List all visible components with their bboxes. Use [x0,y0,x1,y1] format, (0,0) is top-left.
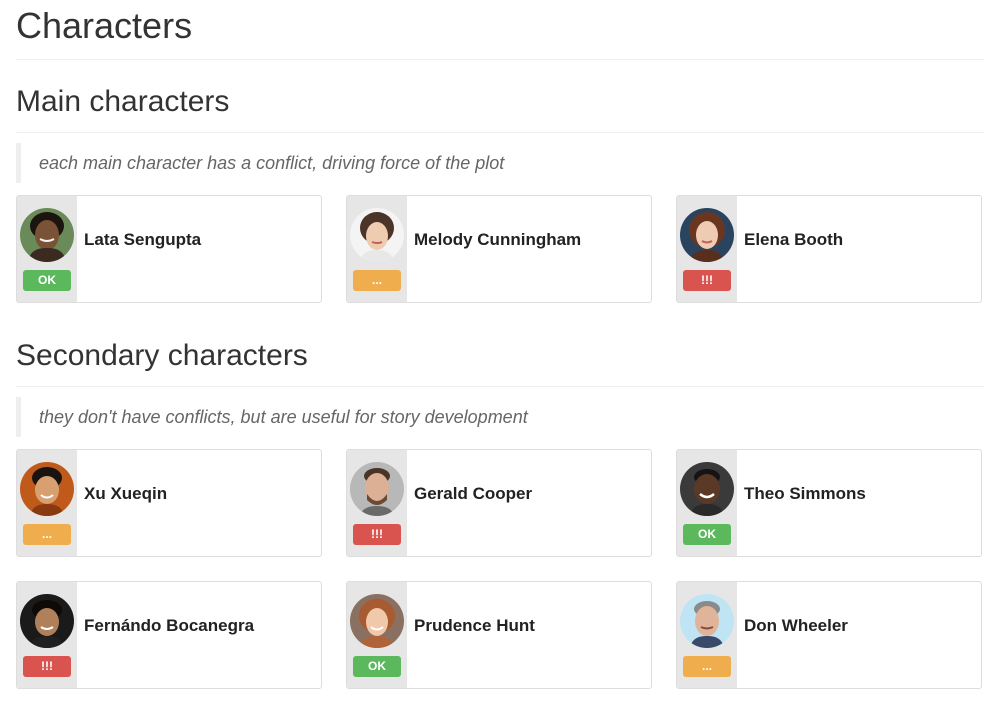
secondary-characters-section: Secondary characters they don't have con… [16,338,984,689]
main-characters-section: Main characters each main character has … [16,84,984,303]
character-card-sidebar: !!! [677,196,737,302]
status-badge: !!! [683,270,731,291]
status-badge: OK [353,656,401,677]
character-name: Prudence Hunt [414,616,535,635]
avatar [20,594,74,648]
character-card-sidebar: OK [347,582,407,688]
character-card-fernando-bocanegra[interactable]: !!! Fernándo Bocanegra [16,581,322,689]
status-badge: ... [23,524,71,545]
avatar [20,462,74,516]
status-badge: ... [353,270,401,291]
character-card-theo-simmons[interactable]: OK Theo Simmons [676,449,982,557]
character-name: Don Wheeler [744,616,848,635]
avatar [680,208,734,262]
main-characters-quote: each main character has a conflict, driv… [16,143,984,183]
character-card-xu-xueqin[interactable]: ... Xu Xueqin [16,449,322,557]
avatar [350,208,404,262]
status-badge: ... [683,656,731,677]
character-card-sidebar: ... [17,450,77,556]
secondary-characters-quote: they don't have conflicts, but are usefu… [16,397,984,437]
page: Characters Main characters each main cha… [0,0,1000,689]
status-badge: !!! [353,524,401,545]
character-name: Elena Booth [744,230,844,249]
character-name: Xu Xueqin [84,484,168,503]
character-card-sidebar: OK [17,196,77,302]
character-name: Lata Sengupta [84,230,202,249]
status-badge: OK [23,270,71,291]
avatar [680,594,734,648]
character-card-prudence-hunt[interactable]: OK Prudence Hunt [346,581,652,689]
secondary-characters-heading: Secondary characters [16,338,984,387]
character-name: Theo Simmons [744,484,866,503]
character-card-lata-sengupta[interactable]: OK Lata Sengupta [16,195,322,303]
character-card-melody-cunningham[interactable]: ... Melody Cunningham [346,195,652,303]
avatar [20,208,74,262]
secondary-characters-grid: ... Xu Xueqin !!! Gerald Cooper OK Theo … [16,449,984,689]
avatar [350,594,404,648]
character-card-don-wheeler[interactable]: ... Don Wheeler [676,581,982,689]
character-name: Fernándo Bocanegra [84,616,255,635]
character-name: Gerald Cooper [414,484,533,503]
character-card-sidebar: ... [347,196,407,302]
status-badge: OK [683,524,731,545]
main-characters-heading: Main characters [16,84,984,133]
character-name: Melody Cunningham [414,230,582,249]
character-card-sidebar: !!! [17,582,77,688]
avatar [350,462,404,516]
character-card-elena-booth[interactable]: !!! Elena Booth [676,195,982,303]
character-card-gerald-cooper[interactable]: !!! Gerald Cooper [346,449,652,557]
status-badge: !!! [23,656,71,677]
character-card-sidebar: OK [677,450,737,556]
character-card-sidebar: ... [677,582,737,688]
character-card-sidebar: !!! [347,450,407,556]
avatar [680,462,734,516]
main-characters-grid: OK Lata Sengupta ... Melody Cunningham !… [16,195,984,303]
page-title: Characters [16,0,984,60]
